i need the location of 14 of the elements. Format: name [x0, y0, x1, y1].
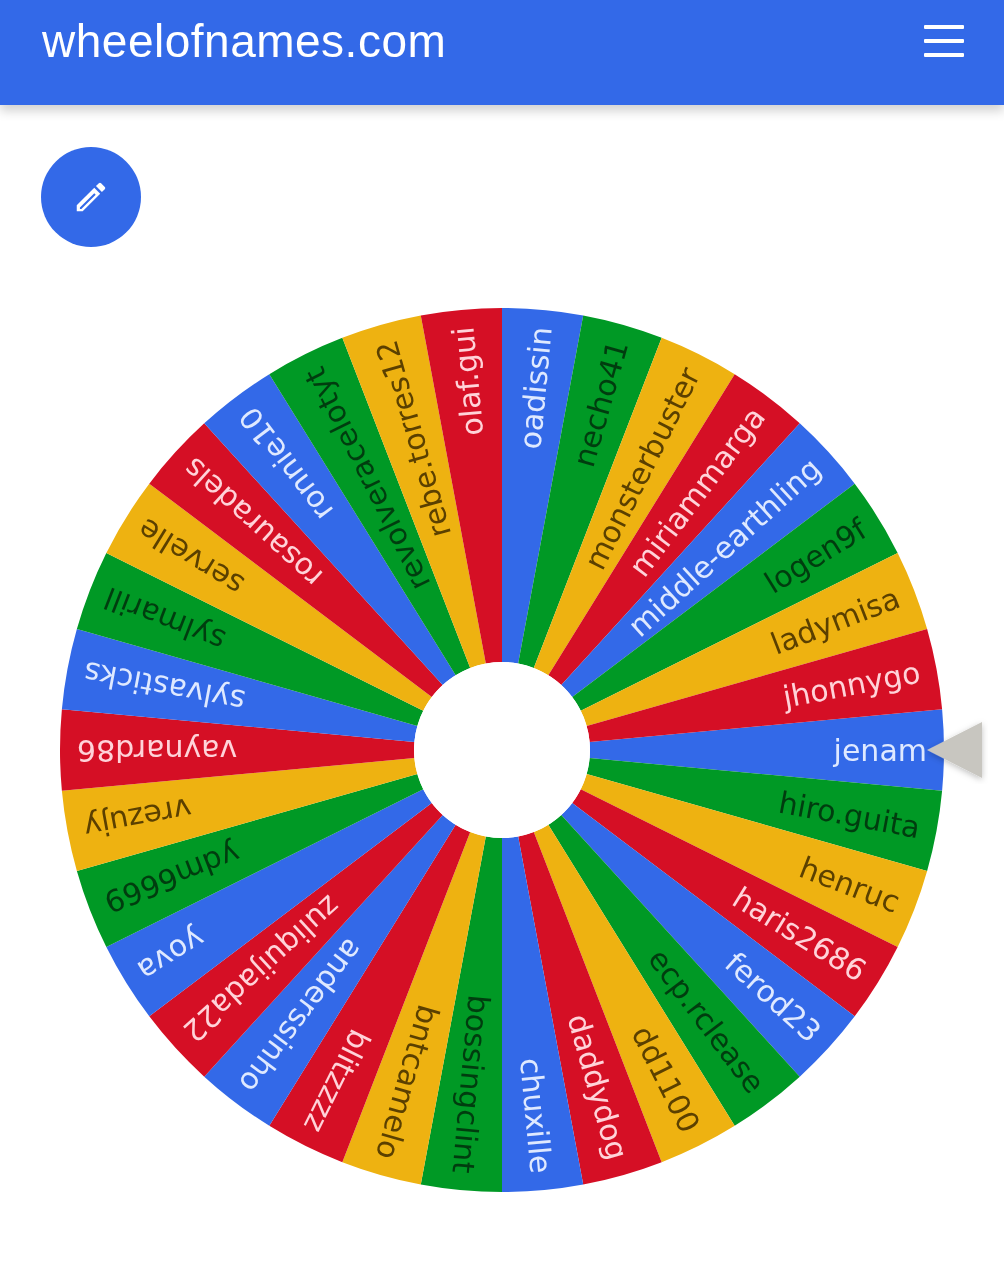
wheel-label: jenam	[833, 732, 927, 768]
wheel-label: hiro.guita	[776, 784, 923, 846]
wheel-label: jhonnygo	[780, 654, 923, 715]
wheel-label: vaynard86	[77, 732, 238, 768]
site-title: wheelofnames.com	[42, 13, 447, 68]
wheel-label: oadissin	[512, 325, 559, 451]
pointer-icon	[927, 722, 982, 778]
wheel-hub[interactable]	[414, 662, 590, 838]
menu-icon[interactable]	[924, 24, 964, 57]
wheel-label: vrezujy	[81, 790, 195, 846]
wheel-label: chuxille	[513, 1056, 559, 1175]
wheel-label: bossingclint	[445, 993, 497, 1175]
wheel-label: sylvasticks	[81, 654, 248, 720]
wheel-label: olaf.gui	[445, 325, 491, 438]
